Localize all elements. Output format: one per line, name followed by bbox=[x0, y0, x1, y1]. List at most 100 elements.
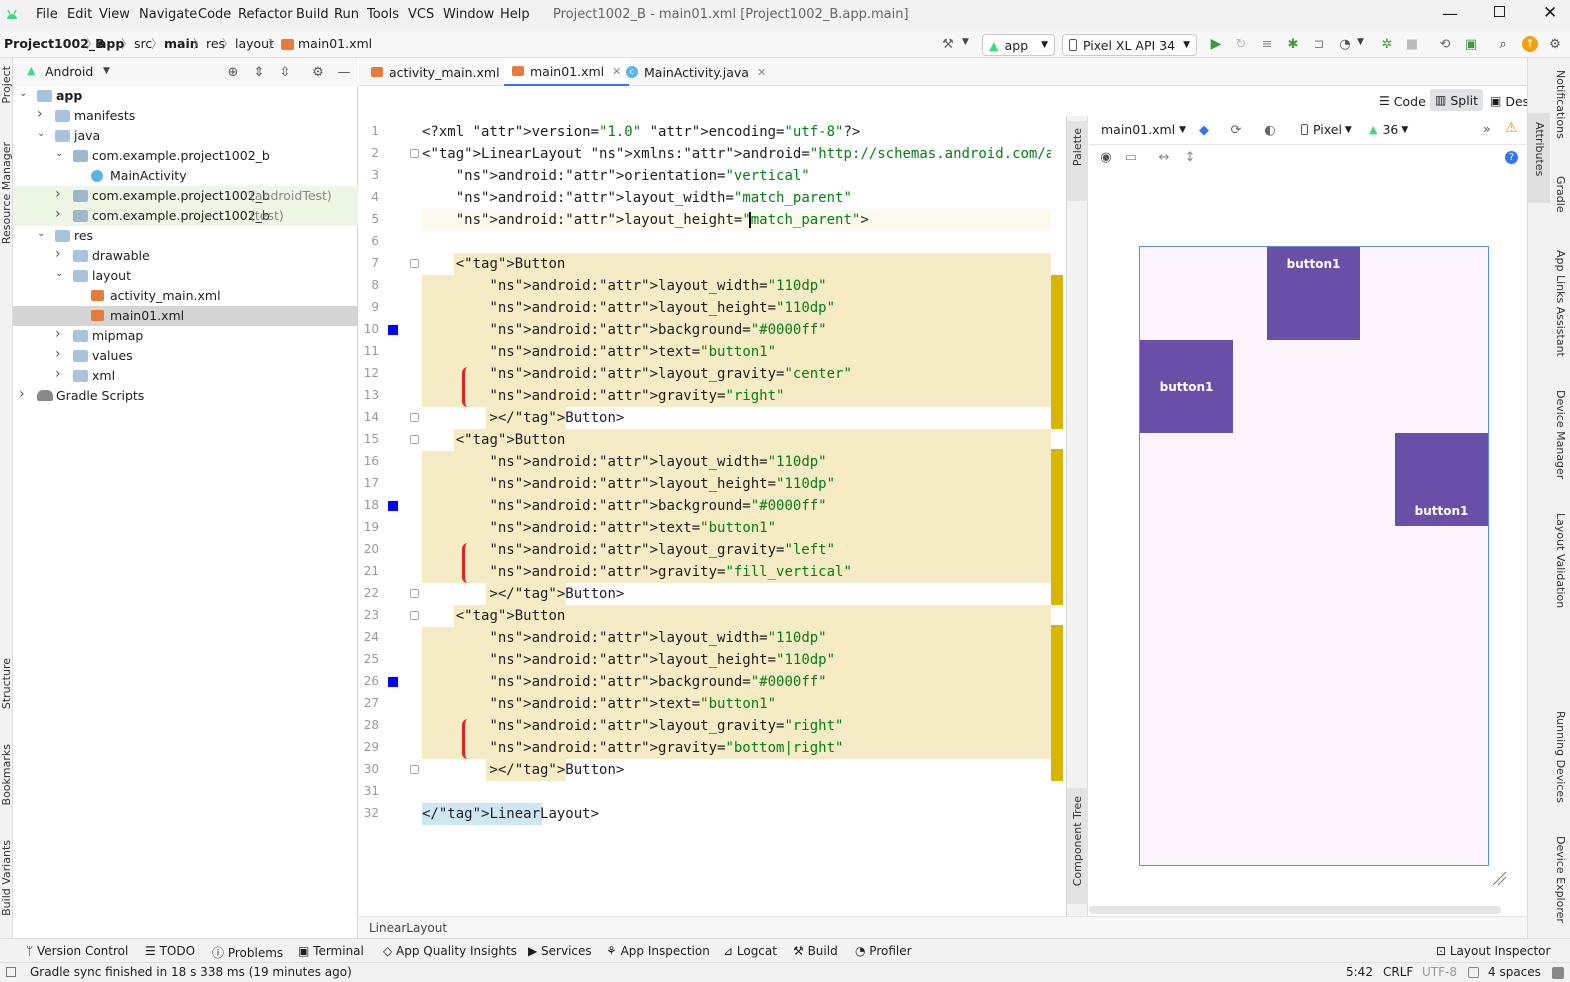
breadcrumb-linearlayout[interactable]: LinearLayout bbox=[369, 921, 447, 935]
device-manager-tab[interactable]: Device Manager bbox=[1554, 390, 1567, 479]
chevron-down-icon[interactable]: ▼ bbox=[962, 37, 969, 47]
file-encoding[interactable]: UTF-8 bbox=[1422, 965, 1457, 979]
hammer-build-icon[interactable]: ⚒ bbox=[939, 35, 957, 53]
api-level-select[interactable]: ▲ 36 ▼ bbox=[1369, 122, 1408, 137]
resize-handle-icon[interactable] bbox=[1491, 870, 1507, 886]
fold-marker-icon[interactable] bbox=[410, 589, 419, 598]
attach-icon[interactable]: ✲ bbox=[1378, 35, 1396, 53]
fold-marker-icon[interactable] bbox=[410, 765, 419, 774]
menu-build[interactable]: Build bbox=[296, 7, 329, 22]
indent-setting[interactable]: 4 spaces bbox=[1488, 965, 1541, 979]
profiler-tab[interactable]: ◔ Profiler bbox=[855, 944, 912, 958]
layers-icon[interactable]: ◆ bbox=[1195, 121, 1213, 139]
preview-button-1[interactable]: button1 bbox=[1267, 247, 1360, 340]
menu-window[interactable]: Window bbox=[443, 7, 494, 22]
device-explorer-tab[interactable]: Device Explorer bbox=[1554, 836, 1567, 923]
tree-item[interactable]: › com.example.project1002_b (androidTest) bbox=[13, 186, 358, 206]
tree-item[interactable]: ⌄ res bbox=[13, 226, 358, 246]
tree-item[interactable]: › mipmap bbox=[13, 326, 358, 346]
chevron-down-icon[interactable]: ⌄ bbox=[37, 128, 45, 139]
warning-icon[interactable]: ⚠ bbox=[1505, 120, 1518, 136]
breadcrumb-src[interactable]: src bbox=[134, 36, 152, 51]
layout-inspector-tab[interactable]: ⊡ Layout Inspector bbox=[1436, 944, 1550, 958]
todo-tab[interactable]: ☰ TODO bbox=[145, 944, 195, 958]
layout-validation-tab[interactable]: Layout Validation bbox=[1554, 513, 1567, 608]
apply-changes-icon[interactable]: ≡ bbox=[1258, 35, 1276, 53]
menu-vcs[interactable]: VCS bbox=[408, 7, 434, 22]
fold-marker-icon[interactable] bbox=[410, 259, 419, 268]
version-control-tab[interactable]: ᛘ Version Control bbox=[26, 944, 128, 958]
palette-tab[interactable]: Palette bbox=[1071, 128, 1084, 166]
status-message[interactable]: Gradle sync finished in 18 s 338 ms (19 … bbox=[30, 965, 352, 979]
chevron-down-icon[interactable]: ⌄ bbox=[55, 148, 63, 159]
split-mode-button[interactable]: ▥ Split bbox=[1430, 89, 1484, 111]
tree-item[interactable]: activity_main.xml bbox=[13, 286, 358, 306]
editor-scrollbar[interactable] bbox=[1051, 116, 1064, 916]
color-swatch-icon[interactable] bbox=[388, 677, 398, 687]
search-icon[interactable]: ⌕ bbox=[1494, 35, 1512, 53]
tree-item[interactable]: › xml bbox=[13, 366, 358, 386]
gradle-tab[interactable]: Gradle bbox=[1554, 176, 1567, 213]
menu-view[interactable]: View bbox=[99, 7, 130, 22]
component-tree-tab[interactable]: Component Tree bbox=[1071, 796, 1084, 886]
chevron-right-icon[interactable]: › bbox=[55, 186, 61, 202]
settings-gear-icon[interactable]: ⚙ bbox=[1546, 35, 1564, 53]
tree-item[interactable]: main01.xml bbox=[13, 306, 358, 326]
fold-marker-icon[interactable] bbox=[410, 435, 419, 444]
close-tab-icon[interactable]: ✕ bbox=[757, 66, 766, 79]
tab-activity-main-xml[interactable]: activity_main.xml ✕ bbox=[363, 58, 525, 86]
app-links-assistant-tab[interactable]: App Links Assistant bbox=[1554, 250, 1567, 357]
preview-button-2[interactable]: button1 bbox=[1140, 340, 1233, 433]
fold-marker-icon[interactable] bbox=[410, 611, 419, 620]
services-tab[interactable]: ▶ Services bbox=[528, 944, 592, 958]
chevron-right-icon[interactable]: › bbox=[37, 106, 43, 122]
night-mode-icon[interactable]: ◐ bbox=[1261, 121, 1279, 139]
breadcrumb-file[interactable]: main01.xml bbox=[298, 36, 372, 51]
code-mode-button[interactable]: ☰ Code bbox=[1375, 91, 1430, 111]
run-config-select[interactable]: ▲ app ▼ bbox=[982, 34, 1055, 56]
sync-gradle-icon[interactable]: ⟲ bbox=[1436, 35, 1454, 53]
menu-refactor[interactable]: Refactor bbox=[238, 7, 293, 22]
chevron-right-icon[interactable]: › bbox=[55, 366, 61, 382]
device-manager-icon[interactable]: ▣ bbox=[1462, 35, 1480, 53]
logcat-tab[interactable]: ⊿ Logcat bbox=[723, 944, 777, 958]
minimize-icon[interactable]: — bbox=[1442, 4, 1458, 23]
tree-item[interactable]: ⌄ app bbox=[13, 86, 358, 106]
chevron-down-icon[interactable]: ▼ bbox=[103, 66, 110, 76]
run-icon[interactable]: ▶ bbox=[1207, 35, 1225, 53]
stop-icon[interactable]: ■ bbox=[1403, 35, 1421, 53]
lock-icon[interactable] bbox=[1468, 967, 1479, 978]
debug-icon[interactable]: ✱ bbox=[1284, 35, 1302, 53]
menu-run[interactable]: Run bbox=[334, 7, 359, 22]
preview-file-select[interactable]: main01.xml ▼ bbox=[1101, 122, 1186, 137]
rerun-icon[interactable]: ↻ bbox=[1232, 35, 1250, 53]
structure-tool-tab[interactable]: Structure bbox=[0, 658, 13, 709]
eye-icon[interactable]: ◉ bbox=[1097, 148, 1115, 166]
tree-item[interactable]: › drawable bbox=[13, 246, 358, 266]
tab-main01-xml[interactable]: main01.xml ✕ bbox=[504, 58, 630, 86]
update-icon[interactable]: ↑ bbox=[1522, 36, 1538, 52]
attach-debugger-icon[interactable]: ⊐ bbox=[1310, 35, 1328, 53]
close-icon[interactable]: ✕ bbox=[1543, 3, 1557, 23]
help-icon[interactable]: ? bbox=[1505, 151, 1518, 164]
app-inspection-tab[interactable]: ⚘ App Inspection bbox=[606, 944, 710, 958]
code-editor[interactable]: <?xml "attr">version="1.0" "attr">encodi… bbox=[422, 116, 1064, 916]
change-marker[interactable] bbox=[1051, 448, 1063, 605]
device-select[interactable]: Pixel XL API 34 ▼ bbox=[1062, 34, 1197, 56]
menu-code[interactable]: Code bbox=[198, 7, 231, 22]
change-marker[interactable] bbox=[1051, 275, 1063, 429]
project-view-select[interactable]: Android bbox=[45, 64, 93, 79]
attributes-tab[interactable]: Attributes bbox=[1533, 122, 1546, 176]
preview-button-3[interactable]: button1 bbox=[1395, 433, 1488, 526]
line-separator[interactable]: CRLF bbox=[1383, 965, 1413, 979]
orientation-icon[interactable]: ⟳ bbox=[1227, 121, 1245, 139]
chevron-right-icon[interactable]: › bbox=[55, 246, 61, 262]
more-actions-icon[interactable]: » bbox=[1483, 121, 1491, 136]
menu-edit[interactable]: Edit bbox=[67, 7, 92, 22]
chevron-right-icon[interactable]: › bbox=[55, 326, 61, 342]
tree-item[interactable]: › com.example.project1002_b (test) bbox=[13, 206, 358, 226]
panel-toggle-icon[interactable] bbox=[6, 967, 16, 977]
preview-device-select[interactable]: Pixel ▼ bbox=[1301, 122, 1352, 137]
problems-tab[interactable]: ⓘ Problems bbox=[212, 944, 283, 961]
menu-tools[interactable]: Tools bbox=[367, 7, 399, 22]
